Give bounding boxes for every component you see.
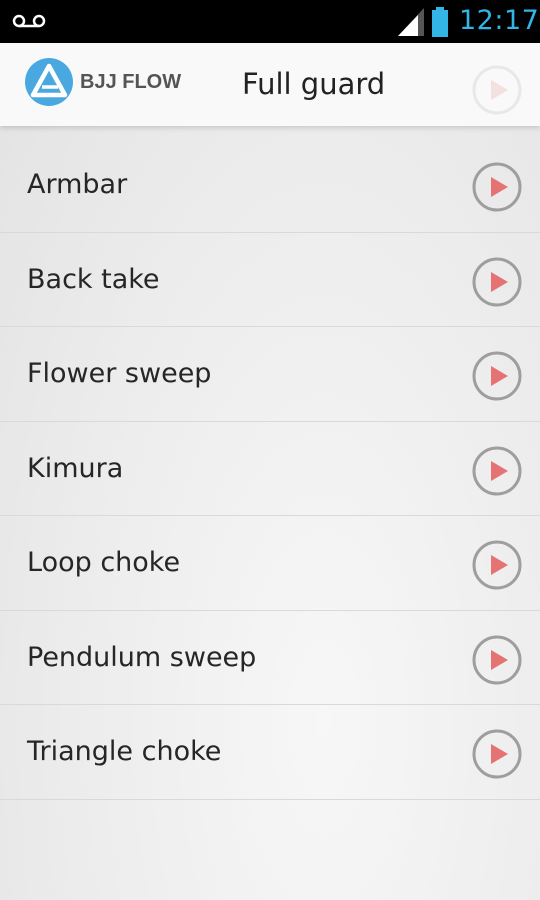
moves-list: Armbar Back take Flower sweep Kimura Loo… [0, 138, 540, 800]
play-icon[interactable] [472, 257, 522, 307]
move-label: Kimura [27, 452, 124, 484]
play-icon[interactable] [472, 162, 522, 212]
page-title: Full guard [242, 67, 386, 101]
move-label: Back take [27, 263, 160, 295]
list-item[interactable]: Pendulum sweep [0, 611, 540, 705]
move-label: Triangle choke [27, 736, 222, 767]
list-item[interactable]: Triangle choke [0, 705, 540, 800]
list-item[interactable]: Armbar [0, 138, 540, 233]
list-item[interactable]: Flower sweep [0, 327, 540, 422]
play-icon[interactable] [472, 635, 522, 685]
move-label: Armbar [27, 169, 128, 200]
play-icon[interactable] [472, 729, 522, 779]
action-bar: BJJ FLOW Full guard [0, 43, 540, 126]
play-icon[interactable] [472, 351, 522, 401]
clock: 12:17 [459, 5, 540, 36]
header-play-icon[interactable] [472, 65, 522, 115]
list-item[interactable]: Back take [0, 233, 540, 327]
play-icon[interactable] [472, 446, 522, 496]
play-icon[interactable] [472, 540, 522, 590]
move-label: Flower sweep [27, 358, 212, 389]
list-item[interactable]: Kimura [0, 422, 540, 516]
move-label: Pendulum sweep [27, 641, 257, 673]
move-label: Loop choke [27, 547, 181, 578]
app-name: BJJ FLOW [80, 71, 182, 93]
voicemail-icon [12, 14, 46, 28]
battery-icon [432, 7, 448, 37]
bjj-flow-logo-icon[interactable] [24, 57, 74, 107]
list-item[interactable]: Loop choke [0, 516, 540, 611]
status-bar: 12:17 [0, 0, 540, 43]
signal-icon [398, 8, 424, 36]
